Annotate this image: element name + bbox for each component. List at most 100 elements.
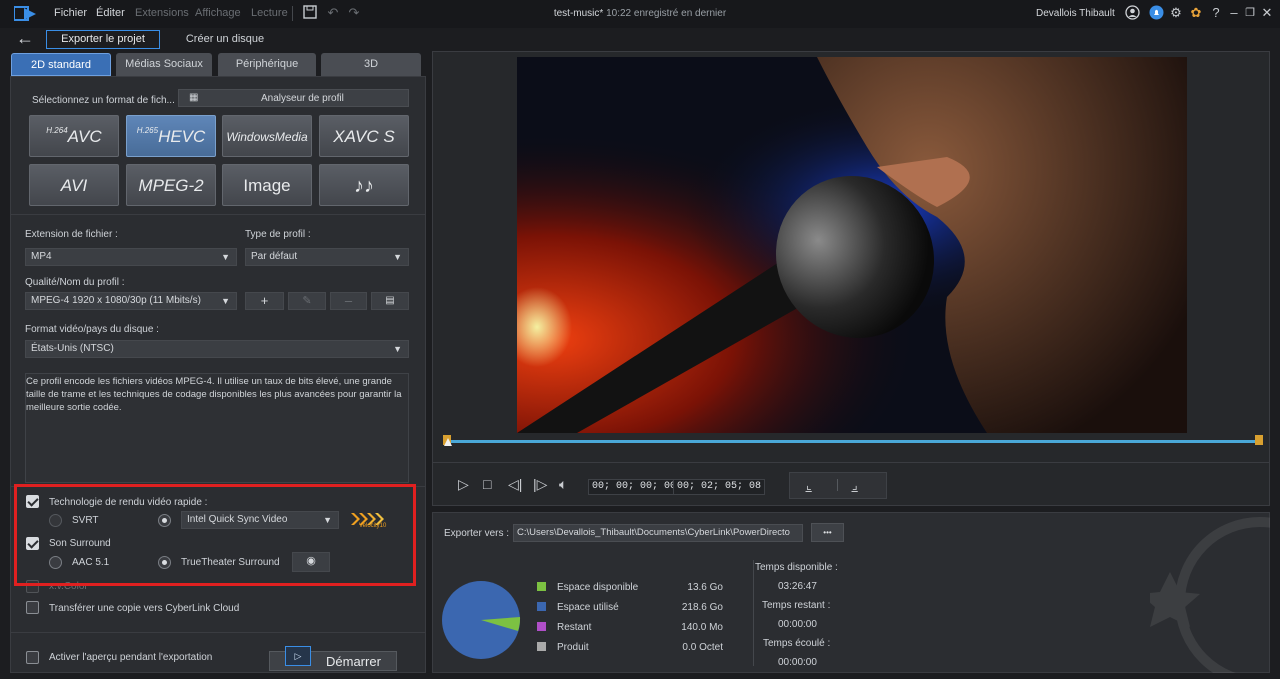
redo-icon[interactable]: ↷ <box>346 5 362 21</box>
legend-available-value: 13.6 Go <box>687 582 723 593</box>
format-mpeg2-button[interactable]: MPEG-2 <box>126 164 216 206</box>
left-panel-divider-3 <box>11 632 425 633</box>
next-frame-icon[interactable]: |▷ <box>533 476 547 493</box>
profile-type-select[interactable]: Par défaut ▼ <box>245 248 409 266</box>
stop-icon[interactable]: □ <box>483 476 491 492</box>
browse-button[interactable]: ••• <box>811 523 844 542</box>
format-audio-button[interactable]: ♪♪ <box>319 164 409 206</box>
file-extension-select[interactable]: MP4 ▼ <box>25 248 237 266</box>
restore-icon[interactable]: ❐ <box>1242 5 1258 21</box>
time-remaining-label: Temps restant : <box>762 600 831 611</box>
preview-export-label: Activer l'aperçu pendant l'exportation <box>49 652 213 663</box>
legend-swatch-used <box>537 602 546 611</box>
legend-remaining-label: Restant <box>557 622 592 633</box>
export-to-label: Exporter vers : <box>444 528 510 539</box>
preview-export-checkbox[interactable] <box>26 651 39 664</box>
highlight-box <box>14 484 416 586</box>
chevron-down-icon: ▼ <box>393 252 402 262</box>
tab-social-media[interactable]: Médias Sociaux <box>116 53 212 76</box>
chevron-down-icon: ▼ <box>393 344 402 354</box>
tab-3d[interactable]: 3D <box>321 53 421 76</box>
cloud-copy-checkbox[interactable] <box>26 601 39 614</box>
tab-device[interactable]: Périphérique <box>218 53 316 76</box>
chevron-down-icon: ▼ <box>221 296 230 306</box>
format-hevc-button[interactable]: H.265HEVC <box>126 115 216 157</box>
legend-swatch-remaining <box>537 622 546 631</box>
minimize-icon[interactable]: – <box>1226 5 1242 21</box>
mark-out-icon[interactable]: ⌟̲ <box>852 478 858 492</box>
save-icon[interactable] <box>302 5 318 21</box>
prev-frame-icon[interactable]: ◁| <box>508 476 522 493</box>
menu-affichage[interactable]: Affichage <box>195 7 241 19</box>
close-icon[interactable]: ✕ <box>1259 5 1275 21</box>
tab-2d-standard[interactable]: 2D standard <box>11 53 111 76</box>
format-windowsmedia-button[interactable]: WindowsMedia <box>222 115 312 157</box>
menu-fichier[interactable]: Fichier <box>54 7 87 19</box>
user-name: Devallois Thibault <box>1036 8 1115 19</box>
edit-profile-button[interactable]: ✎ <box>288 292 326 310</box>
profile-analyzer-label: Analyseur de profil <box>261 93 344 104</box>
upgrade-icon[interactable]: ✿ <box>1188 5 1204 21</box>
profile-details-button[interactable]: ▤ <box>371 292 409 310</box>
legend-available-label: Espace disponible <box>557 582 639 593</box>
format-image-button[interactable]: Image <box>222 164 312 206</box>
mark-in-icon[interactable]: ⌞̲ <box>806 478 812 492</box>
account-icon[interactable] <box>1124 5 1140 21</box>
legend-used-label: Espace utilisé <box>557 602 619 613</box>
disc-format-select[interactable]: États-Unis (NTSC) ▼ <box>25 340 409 358</box>
legend-swatch-available <box>537 582 546 591</box>
profile-description: Ce profil encode les fichiers vidéos MPE… <box>25 373 409 483</box>
menu-lecture[interactable]: Lecture <box>251 7 288 19</box>
time-divider <box>753 560 754 666</box>
start-label: Démarrer <box>326 654 381 669</box>
help-icon[interactable]: ? <box>1208 5 1224 21</box>
profile-description-text: Ce profil encode les fichiers vidéos MPE… <box>26 376 402 413</box>
profile-analyzer-icon: ▦ <box>189 92 199 103</box>
sub-bar: ← Exporter le projet Créer un disque <box>0 28 1280 50</box>
select-format-label: Sélectionnez un format de fich... <box>32 95 175 106</box>
quality-profile-select[interactable]: MPEG-4 1920 x 1080/30p (11 Mbits/s) ▼ <box>25 292 237 310</box>
legend-produced-label: Produit <box>557 642 589 653</box>
disk-space-pie-chart <box>441 580 521 660</box>
current-timecode: 00; 00; 00; 00 <box>588 479 681 495</box>
timeline-end-marker[interactable] <box>1255 435 1263 445</box>
time-elapsed-value: 00:00:00 <box>778 657 817 668</box>
menu-editer[interactable]: Éditer <box>96 7 125 19</box>
start-button[interactable]: ▷ Démarrer <box>269 646 397 671</box>
tab-create-disc[interactable]: Créer un disque <box>180 31 270 48</box>
play-icon[interactable]: ▷ <box>458 476 469 493</box>
menu-extensions[interactable]: Extensions <box>135 7 189 19</box>
mark-buttons: ⌞̲ ⌟̲ <box>789 472 887 499</box>
export-path-field[interactable]: C:\Users\Devallois_Thibault\Documents\Cy… <box>513 524 803 542</box>
quality-label: Qualité/Nom du profil : <box>25 277 125 288</box>
separator <box>292 6 293 21</box>
format-xavcs-button[interactable]: XAVC S <box>319 115 409 157</box>
chevron-down-icon: ▼ <box>221 252 230 262</box>
player-controls-divider <box>433 462 1269 463</box>
notification-icon[interactable] <box>1148 5 1164 21</box>
time-available-value: 03:26:47 <box>778 581 817 592</box>
settings-gear-icon[interactable]: ⚙ <box>1168 5 1184 21</box>
title-bar: Fichier Éditer Extensions Affichage Lect… <box>0 0 1280 28</box>
mark-separator <box>837 479 838 491</box>
time-remaining-value: 00:00:00 <box>778 619 817 630</box>
time-available-label: Temps disponible : <box>755 562 838 573</box>
format-avc-button[interactable]: H.264AVC <box>29 115 119 157</box>
app-logo-icon <box>13 6 38 22</box>
legend-produced-value: 0.0 Octet <box>682 642 723 653</box>
left-panel-divider <box>11 214 425 215</box>
timeline-playhead[interactable] <box>444 438 452 446</box>
disc-format-label: Format vidéo/pays du disque : <box>25 324 159 335</box>
profile-analyzer-button[interactable]: ▦ Analyseur de profil <box>178 89 409 107</box>
cloud-copy-label: Transférer une copie vers CyberLink Clou… <box>49 603 240 614</box>
video-preview <box>517 57 1187 433</box>
tab-export-project[interactable]: Exporter le projet <box>46 30 160 49</box>
add-profile-button[interactable]: + <box>245 292 284 310</box>
format-avi-button[interactable]: AVI <box>29 164 119 206</box>
volume-icon[interactable]: 🔈︎ <box>559 476 567 493</box>
back-arrow-icon[interactable]: ← <box>16 28 34 48</box>
legend-swatch-produced <box>537 642 546 651</box>
undo-icon[interactable]: ↶ <box>325 5 341 21</box>
delete-profile-button[interactable]: – <box>330 292 367 310</box>
timeline-track[interactable] <box>446 440 1260 443</box>
